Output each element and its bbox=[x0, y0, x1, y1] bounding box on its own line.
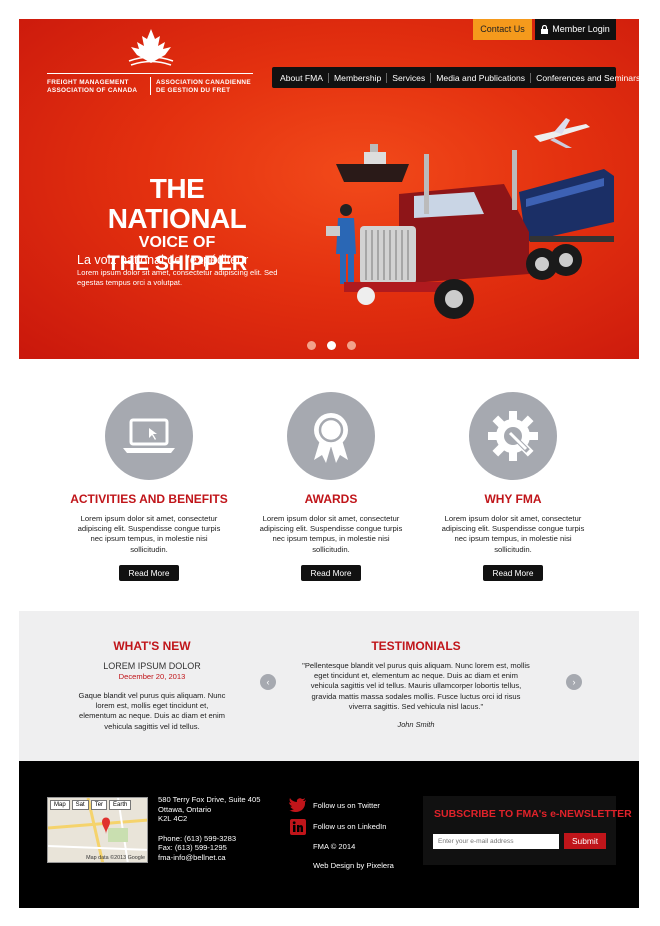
main-nav: About FMA Membership Services Media and … bbox=[272, 67, 639, 88]
hero-headline-line-2: VOICE OF bbox=[138, 234, 216, 251]
airplane-image bbox=[534, 118, 590, 148]
testimonial-quote: "Pellentesque blandit vel purus quis ali… bbox=[302, 661, 530, 711]
hero-transport-illustration bbox=[326, 118, 614, 319]
testimonials-title: TESTIMONIALS bbox=[371, 639, 461, 653]
email-link[interactable]: fma-info@bellnet.ca bbox=[158, 853, 260, 863]
newsletter-submit-button[interactable]: Submit bbox=[564, 833, 606, 849]
linkedin-icon bbox=[289, 818, 307, 835]
testimonial-next-button[interactable]: › bbox=[566, 674, 582, 690]
news-item-title[interactable]: LOREM IPSUM DOLOR bbox=[77, 661, 227, 671]
nav-item-media[interactable]: Media and Publications bbox=[430, 72, 530, 83]
member-login-label: Member Login bbox=[552, 24, 610, 34]
map-tab-sat[interactable]: Sat bbox=[71, 800, 89, 810]
newsletter-title: SUBSCRIBE TO FMA's e-NEWSLETTER bbox=[434, 808, 632, 820]
feature-icon-circle bbox=[105, 392, 193, 480]
newsletter-email-input[interactable] bbox=[433, 834, 559, 849]
contact-address: 580 Terry Fox Drive, Suite 405 Ottawa, O… bbox=[158, 795, 260, 863]
design-credit[interactable]: Web Design by Pixelera bbox=[289, 856, 394, 875]
nav-item-membership[interactable]: Membership bbox=[328, 72, 386, 83]
slider-dot-3[interactable] bbox=[347, 341, 356, 350]
contact-us-button[interactable]: Contact Us bbox=[473, 19, 532, 40]
hero-tagline-sub: Lorem ipsum dolor sit amet, consectetur … bbox=[77, 268, 278, 287]
fax-number: Fax: (613) 599-1295 bbox=[158, 843, 227, 853]
address-line-1: 580 Terry Fox Drive, Suite 405 bbox=[158, 795, 261, 804]
logo-name-fr: ASSOCIATION CANADIENNE DE GESTION DU FRE… bbox=[156, 79, 251, 94]
lock-icon bbox=[541, 25, 549, 35]
logo-rule bbox=[47, 73, 253, 74]
twitter-label: Follow us on Twitter bbox=[313, 801, 380, 810]
maple-leaf-icon bbox=[128, 29, 174, 66]
map-tab-map[interactable]: Map bbox=[50, 800, 70, 810]
nav-item-services[interactable]: Services bbox=[386, 72, 430, 83]
feature-text: Lorem ipsum dolor sit amet, consectetur … bbox=[441, 514, 585, 554]
testimonials: TESTIMONIALS "Pellentesque blandit vel p… bbox=[301, 639, 531, 729]
member-login-button[interactable]: Member Login bbox=[535, 19, 616, 40]
newsletter-signup: SUBSCRIBE TO FMA's e-NEWSLETTER Submit bbox=[423, 796, 632, 865]
laptop-icon bbox=[123, 418, 175, 453]
location-map[interactable]: Map Sat Ter Earth Map data ©2013 Google bbox=[47, 797, 148, 863]
feature-icon-circle bbox=[287, 392, 375, 480]
feature-text: Lorem ipsum dolor sit amet, consectetur … bbox=[259, 514, 403, 554]
address-line-2: Ottawa, Ontario bbox=[158, 804, 212, 814]
gear-wrench-icon bbox=[488, 411, 538, 461]
address-line-3: K2L 4C2 bbox=[158, 814, 188, 824]
news-testimonials-section: WHAT'S NEW LOREM IPSUM DOLOR December 20… bbox=[19, 611, 639, 761]
slider-dot-2[interactable] bbox=[327, 341, 336, 350]
nav-item-conferences[interactable]: Conferences and Seminars bbox=[530, 72, 639, 83]
news-item-text: Gaque blandit vel purus quis aliquam. Nu… bbox=[78, 691, 226, 731]
logo-divider bbox=[150, 77, 151, 95]
hero-headline-line-1: THE NATIONAL bbox=[107, 173, 247, 234]
read-more-button[interactable]: Read More bbox=[483, 564, 543, 581]
footer: Map Sat Ter Earth Map data ©2013 Google … bbox=[19, 761, 639, 908]
read-more-button[interactable]: Read More bbox=[301, 564, 361, 581]
testimonial-prev-button[interactable]: ‹ bbox=[260, 674, 276, 690]
twitter-icon bbox=[289, 798, 307, 814]
read-more-button[interactable]: Read More bbox=[119, 564, 179, 581]
fma-logo[interactable]: FREIGHT MANAGEMENT ASSOCIATION OF CANADA… bbox=[47, 27, 253, 97]
locomotive-image bbox=[519, 169, 614, 242]
feature-title: WHY FMA bbox=[484, 492, 542, 506]
cargo-ship-image bbox=[336, 144, 409, 182]
chevron-left-icon: ‹ bbox=[266, 677, 270, 687]
twitter-link[interactable]: Follow us on Twitter bbox=[289, 795, 394, 816]
slider-dot-1[interactable] bbox=[307, 341, 316, 350]
map-type-tabs: Map Sat Ter Earth bbox=[50, 800, 132, 810]
whats-new-title: WHAT'S NEW bbox=[113, 639, 191, 653]
logo-name-en: FREIGHT MANAGEMENT ASSOCIATION OF CANADA bbox=[47, 79, 138, 94]
worker-figure-image bbox=[326, 204, 356, 284]
feature-title: AWARDS bbox=[304, 492, 358, 506]
chevron-right-icon: › bbox=[572, 677, 576, 687]
feature-title: ACTIVITIES AND BENEFITS bbox=[70, 492, 228, 506]
map-credit: Map data ©2013 Google bbox=[86, 855, 145, 861]
linkedin-link[interactable]: Follow us on LinkedIn bbox=[289, 816, 394, 837]
hero-tagline-fr: La voiz national de l'expéditeur bbox=[77, 253, 249, 267]
copyright: FMA © 2014 bbox=[313, 842, 356, 851]
phone-number: Phone: (613) 599-3283 bbox=[158, 833, 237, 843]
nav-item-about[interactable]: About FMA bbox=[280, 73, 328, 83]
feature-activities: ACTIVITIES AND BENEFITS Lorem ipsum dolo… bbox=[64, 392, 234, 581]
map-tab-earth[interactable]: Earth bbox=[109, 800, 132, 810]
feature-text: Lorem ipsum dolor sit amet, consectetur … bbox=[77, 514, 221, 554]
slider-dots bbox=[307, 341, 356, 350]
feature-awards: AWARDS Lorem ipsum dolor sit amet, conse… bbox=[246, 392, 416, 581]
hero-banner: Contact Us Member Login FREIGHT MANAGEME… bbox=[19, 19, 639, 359]
social-links: Follow us on Twitter Follow us on Linked… bbox=[289, 795, 394, 875]
award-ribbon-icon bbox=[314, 413, 348, 463]
map-tab-ter[interactable]: Ter bbox=[90, 800, 108, 810]
feature-why-fma: WHY FMA Lorem ipsum dolor sit amet, cons… bbox=[428, 392, 598, 581]
feature-icon-circle bbox=[469, 392, 557, 480]
testimonial-author: John Smith bbox=[397, 720, 435, 730]
whats-new: WHAT'S NEW LOREM IPSUM DOLOR December 20… bbox=[77, 639, 227, 732]
linkedin-label: Follow us on LinkedIn bbox=[313, 822, 387, 831]
news-item-date: December 20, 2013 bbox=[118, 672, 186, 681]
